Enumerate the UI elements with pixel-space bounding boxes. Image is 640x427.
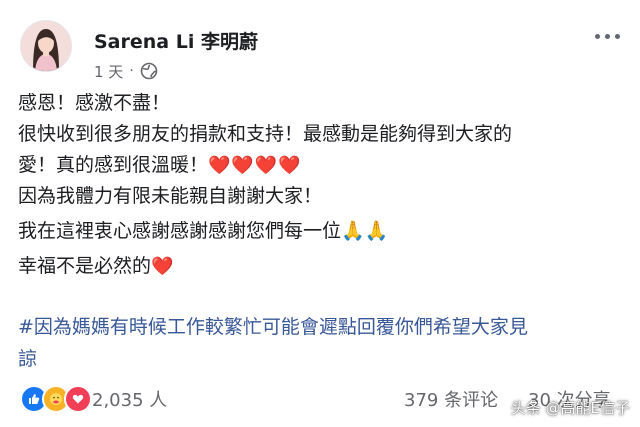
post-line: 愛！真的感到很溫暖！❤️❤️❤️❤️ (18, 150, 628, 181)
post-line-text: 我在這裡衷心感謝感謝感謝您們每一位 (18, 220, 342, 242)
post-line: 幸福不是必然的❤️ (18, 251, 628, 282)
post-line: 因為我體力有限未能親自謝謝大家！ (18, 185, 323, 207)
reaction-icons[interactable] (20, 385, 92, 413)
love-icon[interactable] (64, 385, 92, 413)
heart-emoji-group: ❤️❤️❤️❤️ (208, 155, 302, 176)
hashtag-link[interactable]: #因為媽媽有時候工作較繁忙可能會遲點回覆你們希望大家見 諒 (18, 311, 628, 375)
post-line: 很快收到很多朋友的捐款和支持！最感動是能夠得到大家的 (18, 123, 513, 145)
heart-emoji: ❤️ (151, 256, 175, 277)
post-meta: 1 天 · (94, 61, 158, 81)
hashtag-line[interactable]: 諒 (18, 343, 628, 375)
pray-emoji-group: 🙏🙏 (341, 220, 389, 242)
avatar[interactable] (20, 20, 72, 72)
post-line: 感恩！感激不盡！ (18, 92, 171, 114)
globe-icon[interactable] (140, 62, 158, 80)
more-options-icon[interactable] (595, 34, 620, 39)
post-line-text: 愛！真的感到很溫暖！ (18, 154, 209, 176)
watermark: 头条 @高能E信子 (510, 399, 630, 417)
post-text: 感恩！感激不盡！ 很快收到很多朋友的捐款和支持！最感動是能夠得到大家的 愛！真的… (18, 88, 628, 282)
facebook-post: Sarena Li 李明蔚 1 天 · 感恩！感激不盡！ 很快收到很多朋友的捐款… (0, 0, 640, 427)
meta-separator: · (129, 63, 134, 79)
avatar-photo (21, 21, 71, 71)
post-line-text: 幸福不是必然的 (18, 255, 152, 277)
post-line: 我在這裡衷心感謝感謝感謝您們每一位🙏🙏 (18, 216, 628, 247)
post-time[interactable]: 1 天 (94, 61, 123, 82)
reaction-count[interactable]: 2,035 人 (92, 386, 167, 412)
hashtag-line[interactable]: #因為媽媽有時候工作較繁忙可能會遲點回覆你們希望大家見 (18, 311, 628, 343)
author-name[interactable]: Sarena Li 李明蔚 (94, 27, 258, 54)
comment-count[interactable]: 379 条评论 (404, 386, 498, 412)
